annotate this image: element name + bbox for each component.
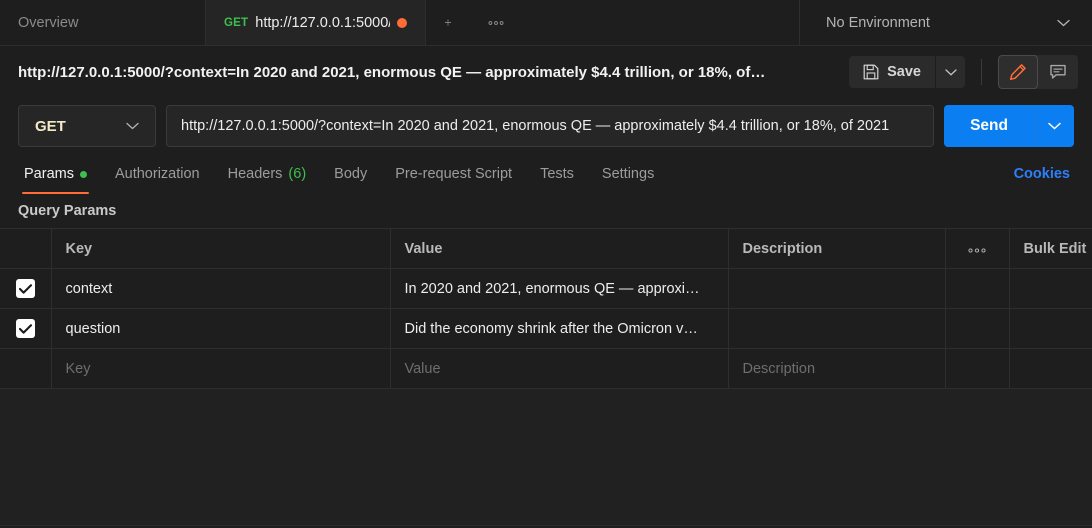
tab-actions-button[interactable] (470, 0, 522, 45)
query-params-table: Key Value Description Bulk Edit context … (0, 228, 1092, 389)
table-header-row: Key Value Description Bulk Edit (0, 228, 1092, 269)
tab-strip-spacer (522, 0, 800, 45)
tab-overview[interactable]: Overview (0, 0, 206, 45)
request-title-bar: http://127.0.0.1:5000/?context=In 2020 a… (0, 46, 1092, 98)
empty-row-bulk-cell (1009, 348, 1092, 389)
empty-content-area (0, 389, 1092, 525)
ellipsis-horizontal-icon (488, 20, 504, 25)
environment-selector[interactable]: No Environment (800, 0, 1092, 45)
tab-authorization-label: Authorization (114, 166, 200, 182)
row-options-cell (945, 308, 1010, 349)
tab-headers-label: Headers (227, 166, 283, 182)
tab-body-label: Body (334, 166, 368, 182)
tab-authorization[interactable]: Authorization (101, 154, 214, 194)
tab-body[interactable]: Body (320, 154, 381, 194)
cookies-link[interactable]: Cookies (1006, 154, 1078, 194)
tab-headers[interactable]: Headers (6) (214, 154, 321, 194)
headers-count-badge: (6) (288, 166, 307, 182)
checkmark-icon (18, 323, 32, 334)
chevron-down-icon (126, 122, 139, 130)
row-bulk-cell (1009, 308, 1092, 349)
plus-icon (444, 19, 452, 26)
unsaved-changes-dot-icon (397, 17, 407, 28)
toolbar-divider (981, 59, 982, 85)
new-tab-button[interactable] (426, 0, 470, 45)
chevron-down-icon (1048, 122, 1061, 130)
tab-url-label: http://127.0.0.1:5000/?c (255, 14, 390, 31)
row-key[interactable]: context (51, 268, 391, 309)
tab-tests[interactable]: Tests (526, 154, 588, 194)
tab-request-active[interactable]: GET http://127.0.0.1:5000/?c (206, 0, 426, 45)
tab-params-label: Params (24, 166, 74, 182)
save-button[interactable]: Save (849, 56, 935, 88)
send-button-label: Send (970, 117, 1008, 134)
header-key: Key (51, 228, 391, 269)
chevron-down-icon (944, 68, 957, 76)
checkmark-icon (18, 283, 32, 294)
request-name: http://127.0.0.1:5000/?context=In 2020 a… (18, 63, 766, 81)
empty-row-description-input[interactable]: Description (728, 348, 946, 389)
table-row: context In 2020 and 2021, enormous QE — … (0, 268, 1092, 309)
url-input-value: http://127.0.0.1:5000/?context=In 2020 a… (181, 118, 890, 134)
tab-overview-label: Overview (18, 14, 79, 31)
empty-row-options-cell (945, 348, 1010, 389)
row-description[interactable] (728, 308, 946, 349)
header-value: Value (390, 228, 729, 269)
url-bar: GET http://127.0.0.1:5000/?context=In 20… (0, 98, 1092, 154)
tab-settings-label: Settings (601, 166, 655, 182)
checkbox-checked-icon[interactable] (15, 319, 35, 338)
row-checkbox-cell[interactable] (0, 308, 52, 349)
row-key[interactable]: question (51, 308, 391, 349)
params-modified-dot-icon (79, 170, 87, 178)
header-description: Description (728, 228, 946, 269)
http-method-label: GET (35, 117, 66, 135)
cookies-link-label: Cookies (1013, 166, 1070, 182)
table-options-button[interactable] (945, 228, 1010, 269)
request-section-tabs: Params Authorization Headers (6) Body Pr… (0, 154, 1092, 194)
header-checkbox-cell (0, 228, 52, 269)
empty-row-value-input[interactable]: Value (390, 348, 729, 389)
empty-row-key-input[interactable]: Key (51, 348, 391, 389)
row-options-cell (945, 268, 1010, 309)
subtabs-spacer (668, 154, 1005, 194)
bulk-edit-button[interactable]: Bulk Edit (1009, 228, 1092, 269)
save-button-label: Save (887, 64, 921, 80)
send-options-button[interactable] (1034, 105, 1074, 147)
tab-method-label: GET (224, 16, 249, 29)
save-button-group: Save (849, 56, 965, 88)
save-options-button[interactable] (935, 56, 965, 88)
tab-tests-label: Tests (540, 166, 574, 182)
comment-bubble-icon (1050, 64, 1066, 79)
tab-settings[interactable]: Settings (588, 154, 668, 194)
pencil-icon (1009, 64, 1026, 81)
chevron-down-icon (1057, 19, 1070, 26)
row-description[interactable] (728, 268, 946, 309)
url-input[interactable]: http://127.0.0.1:5000/?context=In 2020 a… (166, 105, 935, 147)
checkbox-checked-icon[interactable] (15, 279, 35, 298)
environment-label: No Environment (826, 14, 930, 31)
send-button[interactable]: Send (944, 105, 1034, 147)
row-checkbox-cell[interactable] (0, 268, 52, 309)
table-row-empty: Key Value Description (0, 348, 1092, 389)
empty-row-checkbox-cell[interactable] (0, 348, 52, 389)
edit-request-button[interactable] (998, 55, 1038, 89)
comments-button[interactable] (1038, 55, 1078, 89)
row-value[interactable]: Did the economy shrink after the Omicron… (390, 308, 729, 349)
ellipsis-horizontal-icon (968, 247, 986, 253)
row-value[interactable]: In 2020 and 2021, enormous QE — approxi… (390, 268, 729, 309)
tab-strip: Overview GET http://127.0.0.1:5000/?c No… (0, 0, 1092, 46)
tab-pre-request-script-label: Pre-request Script (395, 166, 513, 182)
request-view-toggle-group (998, 55, 1078, 89)
row-bulk-cell (1009, 268, 1092, 309)
tab-params[interactable]: Params (10, 154, 101, 194)
save-floppy-icon (863, 64, 879, 80)
send-button-group: Send (944, 105, 1074, 147)
http-method-selector[interactable]: GET (18, 105, 156, 147)
tab-pre-request-script[interactable]: Pre-request Script (381, 154, 526, 194)
query-params-title: Query Params (18, 203, 117, 219)
table-row: question Did the economy shrink after th… (0, 308, 1092, 349)
